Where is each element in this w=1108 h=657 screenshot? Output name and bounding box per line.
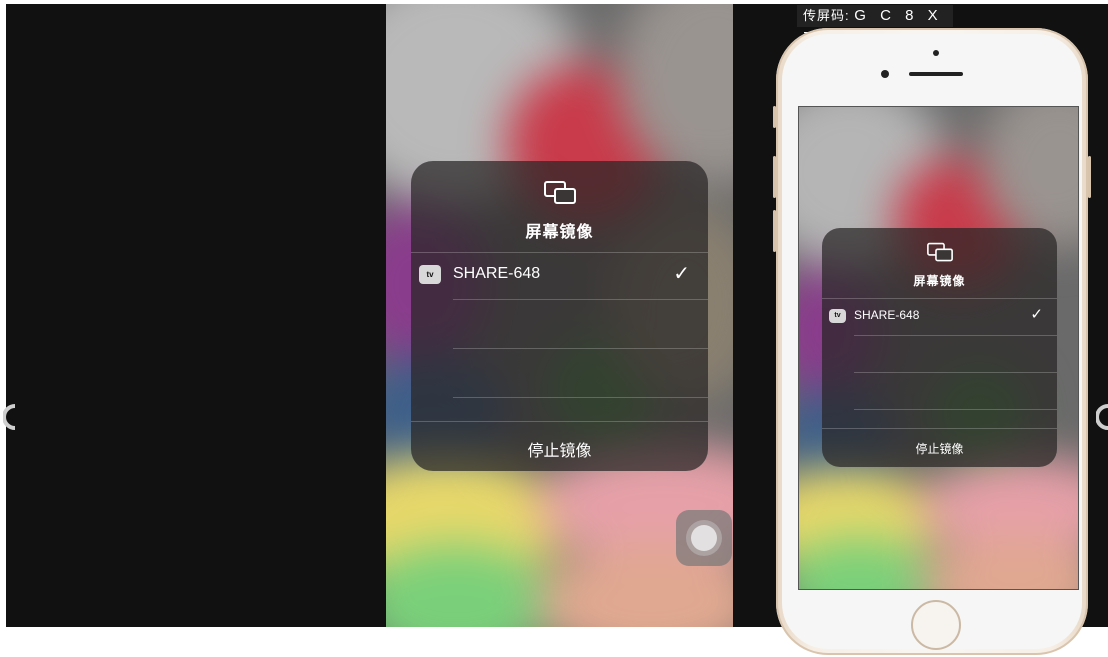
device-row[interactable]: tv SHARE-648 ✓ bbox=[411, 252, 708, 299]
stop-mirroring-button[interactable]: 停止镜像 bbox=[411, 437, 708, 461]
divider bbox=[854, 372, 1057, 373]
panel-title: 屏幕镜像 bbox=[525, 224, 594, 241]
screen-mirroring-icon bbox=[926, 242, 953, 262]
mirrored-screen: 屏幕镜像 tv SHARE-648 ✓ 停止镜像 bbox=[386, 4, 733, 627]
stop-mirroring-button[interactable]: 停止镜像 bbox=[822, 440, 1057, 457]
divider bbox=[854, 335, 1057, 336]
device-name: SHARE-648 bbox=[453, 265, 541, 282]
side-logo-icon bbox=[1096, 404, 1108, 430]
power-button bbox=[1088, 156, 1091, 198]
phone-face: 屏幕镜像 tv SHARE-648 ✓ 停止镜像 bbox=[782, 34, 1082, 650]
sensor bbox=[933, 50, 939, 56]
screen-mirroring-panel-preview: 屏幕镜像 tv SHARE-648 ✓ 停止镜像 bbox=[822, 228, 1057, 467]
device-name: SHARE-648 bbox=[854, 308, 920, 322]
home-button[interactable] bbox=[911, 600, 961, 650]
speaker bbox=[909, 72, 963, 76]
divider bbox=[453, 397, 708, 398]
checkmark-icon: ✓ bbox=[673, 263, 690, 285]
divider bbox=[411, 421, 708, 422]
mute-switch bbox=[773, 106, 776, 128]
share-code-caption: 传屏码: bbox=[803, 8, 850, 23]
panel-title: 屏幕镜像 bbox=[913, 274, 966, 288]
left-black-region bbox=[6, 4, 386, 627]
empty-device-row bbox=[411, 300, 708, 348]
apple-tv-icon: tv bbox=[419, 265, 441, 284]
phone-screen: 屏幕镜像 tv SHARE-648 ✓ 停止镜像 bbox=[798, 106, 1079, 590]
screen-mirroring-panel: 屏幕镜像 tv SHARE-648 ✓ 停止镜像 bbox=[411, 161, 708, 471]
device-row[interactable]: tv SHARE-648 ✓ bbox=[822, 299, 1057, 335]
assistive-touch-icon[interactable] bbox=[676, 510, 732, 566]
divider bbox=[854, 409, 1057, 410]
phone-preview: 屏幕镜像 tv SHARE-648 ✓ 停止镜像 bbox=[773, 28, 1091, 655]
checkmark-icon: ✓ bbox=[1030, 306, 1043, 323]
volume-up-button bbox=[773, 156, 776, 198]
divider bbox=[822, 428, 1057, 429]
apple-tv-icon: tv bbox=[829, 309, 846, 323]
camera-icon bbox=[881, 70, 889, 78]
side-logo-icon bbox=[3, 404, 16, 430]
screen-mirroring-icon bbox=[543, 181, 576, 204]
share-code-label: 传屏码: G C 8 X Z 3 bbox=[797, 5, 953, 46]
volume-down-button bbox=[773, 210, 776, 252]
empty-device-row bbox=[411, 349, 708, 397]
